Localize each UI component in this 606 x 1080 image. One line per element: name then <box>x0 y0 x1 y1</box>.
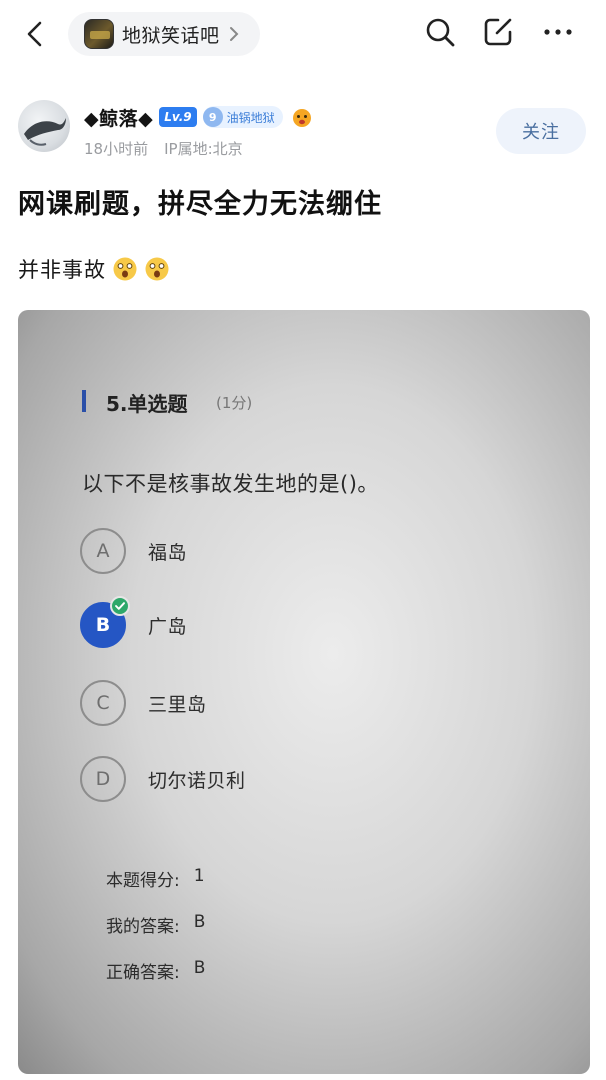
astonished-face-icon <box>113 257 137 281</box>
astonished-face-icon <box>145 257 169 281</box>
correct-answer-label: 正确答案: <box>106 963 180 983</box>
post-body-text: 并非事故 <box>18 258 106 282</box>
author-avatar[interactable] <box>18 100 70 152</box>
option-letter: B <box>95 614 111 636</box>
question-title: 5.单选题 <box>106 392 188 416</box>
option-d: D 切尔诺贝利 <box>80 756 246 802</box>
question-text: 以下不是核事故发生地的是()。 <box>82 472 379 496</box>
option-a: A 福岛 <box>80 528 187 574</box>
option-label: 福岛 <box>148 541 188 564</box>
score-label: 本题得分: <box>106 871 180 891</box>
follow-button[interactable]: 关注 <box>496 108 586 154</box>
forum-entry-button[interactable]: 地狱笑话吧 <box>68 12 260 56</box>
author-name[interactable]: ◆鲸落◆ <box>84 104 153 131</box>
score-row: 本题得分: 1 <box>106 866 205 891</box>
score-value: 1 <box>193 866 205 886</box>
emoji-badge-icon <box>292 109 311 127</box>
correct-answer-row: 正确答案: B <box>106 958 205 983</box>
whale-image <box>24 118 66 146</box>
author-info: ◆鲸落◆ Lv.9 9 油锅地狱 <box>84 104 313 130</box>
search-icon[interactable] <box>424 16 456 48</box>
option-letter: A <box>80 528 126 574</box>
option-letter-selected: B <box>80 596 130 648</box>
edit-icon[interactable] <box>482 16 514 48</box>
post-meta: 18小时前 IP属地:北京 <box>84 138 243 159</box>
check-icon <box>110 596 130 616</box>
fan-level: 9 <box>202 107 223 127</box>
fan-title: 油锅地狱 <box>226 110 275 125</box>
top-nav: 地狱笑话吧 <box>0 0 606 70</box>
my-answer-label: 我的答案: <box>106 917 180 937</box>
question-score: (1分) <box>216 394 253 412</box>
option-b: B 广岛 <box>80 596 188 648</box>
option-letter: D <box>80 756 126 802</box>
forum-name: 地狱笑话吧 <box>122 24 220 47</box>
correct-answer-value: B <box>193 958 206 978</box>
option-label: 广岛 <box>148 615 188 638</box>
quiz-photo[interactable]: 5.单选题 (1分) 以下不是核事故发生地的是()。 A 福岛 B 广岛 C 三… <box>18 310 590 1074</box>
option-c: C 三里岛 <box>80 680 207 726</box>
post-page: 地狱笑话吧 ◆鲸落◆ Lv.9 9 油锅地狱 18小时前 IP属地:北京 关注 … <box>0 0 606 1080</box>
level-badge: Lv.9 <box>159 107 197 127</box>
back-arrow-icon[interactable] <box>22 20 50 48</box>
ip-location: IP属地:北京 <box>164 140 243 158</box>
post-time: 18小时前 <box>84 140 149 158</box>
post-title: 网课刷题，拼尽全力无法绷住 <box>18 189 382 220</box>
question-marker <box>82 390 86 412</box>
forum-avatar <box>84 19 114 49</box>
post-body: 并非事故 <box>18 254 170 284</box>
more-options-icon[interactable] <box>542 16 574 48</box>
my-answer-value: B <box>193 912 206 932</box>
option-letter: C <box>80 680 126 726</box>
my-answer-row: 我的答案: B <box>106 912 205 937</box>
fan-title-badge: 9 油锅地狱 <box>202 106 283 128</box>
option-label: 三里岛 <box>148 693 207 716</box>
chevron-right-icon <box>229 27 238 41</box>
option-label: 切尔诺贝利 <box>148 769 246 792</box>
